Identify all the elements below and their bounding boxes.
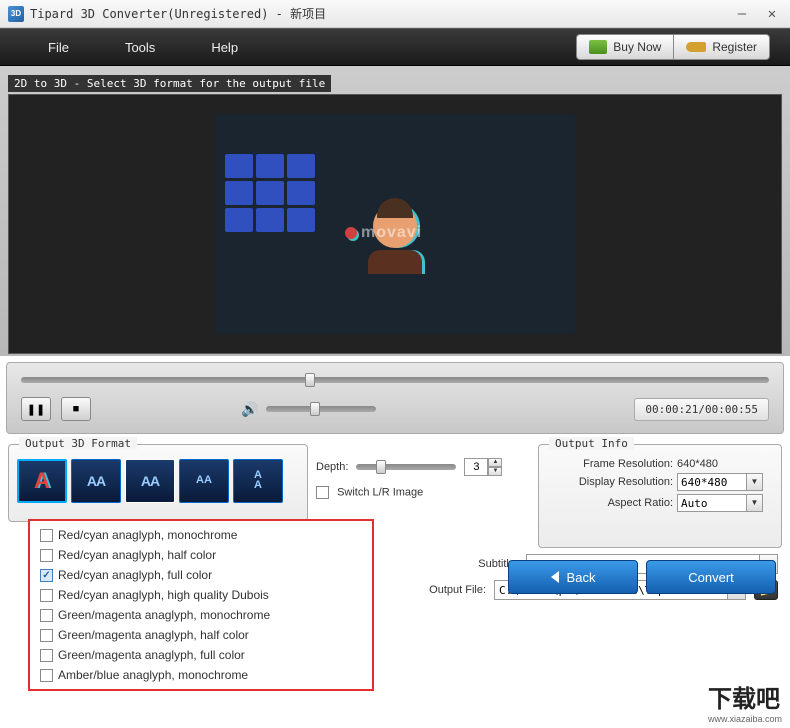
- buy-now-button[interactable]: Buy Now: [576, 34, 673, 60]
- back-button[interactable]: Back: [508, 560, 638, 594]
- frame-res-value: 640*480: [677, 458, 773, 470]
- anaglyph-option[interactable]: Red/cyan anaglyph, high quality Dubois: [30, 585, 372, 605]
- checkbox-icon[interactable]: [40, 569, 53, 582]
- convert-button[interactable]: Convert: [646, 560, 776, 594]
- checkbox-icon[interactable]: [40, 589, 53, 602]
- menu-tools[interactable]: Tools: [97, 40, 183, 55]
- format-tab-half-button[interactable]: AA: [179, 459, 229, 503]
- site-watermark: 下载吧 www.xiazaiba.com: [708, 679, 782, 724]
- checkbox-icon[interactable]: [40, 629, 53, 642]
- depth-input[interactable]: [464, 458, 488, 476]
- checkbox-icon[interactable]: [40, 649, 53, 662]
- depth-label: Depth:: [316, 461, 348, 473]
- register-button[interactable]: Register: [673, 34, 770, 60]
- site-watermark-main: 下载吧: [708, 686, 780, 713]
- checkbox-icon[interactable]: [40, 669, 53, 682]
- anaglyph-option[interactable]: Red/cyan anaglyph, full color: [30, 565, 372, 585]
- checkbox-icon[interactable]: [40, 549, 53, 562]
- seek-slider[interactable]: [21, 377, 769, 383]
- seek-thumb[interactable]: [305, 373, 315, 387]
- anaglyph-option-label: Red/cyan anaglyph, high quality Dubois: [58, 588, 269, 602]
- frame-res-label: Frame Resolution:: [547, 458, 677, 470]
- anaglyph-option[interactable]: Red/cyan anaglyph, half color: [30, 545, 372, 565]
- time-display: 00:00:21/00:00:55: [634, 398, 769, 421]
- aspect-ratio-dropdown[interactable]: ▼: [747, 494, 763, 512]
- preview-box: movavi: [8, 94, 782, 354]
- output-3d-format-title: Output 3D Format: [19, 437, 137, 450]
- preview-video: movavi: [215, 114, 575, 334]
- stop-button[interactable]: ■: [61, 397, 91, 421]
- display-res-dropdown[interactable]: ▼: [747, 473, 763, 491]
- volume-icon[interactable]: 🔊: [241, 401, 258, 418]
- app-icon: 3D: [8, 6, 24, 22]
- preview-mode-label: 2D to 3D - Select 3D format for the outp…: [8, 75, 331, 92]
- minimize-button[interactable]: —: [732, 6, 752, 22]
- switch-lr-label: Switch L/R Image: [337, 486, 423, 498]
- depth-slider[interactable]: [356, 464, 456, 470]
- menu-file[interactable]: File: [20, 40, 97, 55]
- depth-up[interactable]: ▲: [488, 458, 502, 467]
- format-anaglyph-button[interactable]: A: [17, 459, 67, 503]
- anaglyph-option[interactable]: Red/cyan anaglyph, monochrome: [30, 525, 372, 545]
- format-tab-full-button[interactable]: AA: [233, 459, 283, 503]
- display-res-select[interactable]: [677, 473, 747, 491]
- anaglyph-option[interactable]: Green/magenta anaglyph, full color: [30, 645, 372, 665]
- depth-down[interactable]: ▼: [488, 467, 502, 476]
- output-file-label: Output File:: [429, 584, 486, 596]
- output-info-title: Output Info: [549, 437, 634, 450]
- anaglyph-option[interactable]: Amber/blue anaglyph, monochrome: [30, 665, 372, 685]
- depth-thumb[interactable]: [376, 460, 386, 474]
- anaglyph-option-label: Green/magenta anaglyph, half color: [58, 628, 249, 642]
- anaglyph-option[interactable]: Green/magenta anaglyph, monochrome: [30, 605, 372, 625]
- pause-button[interactable]: ❚❚: [21, 397, 51, 421]
- anaglyph-option-label: Red/cyan anaglyph, half color: [58, 548, 216, 562]
- aspect-ratio-label: Aspect Ratio:: [547, 497, 677, 509]
- anaglyph-option-label: Red/cyan anaglyph, monochrome: [58, 528, 237, 542]
- checkbox-icon[interactable]: [40, 529, 53, 542]
- volume-thumb[interactable]: [310, 402, 320, 416]
- output-info-group: Output Info Frame Resolution: 640*480 Di…: [538, 444, 782, 548]
- anaglyph-option-label: Red/cyan anaglyph, full color: [58, 568, 212, 582]
- aspect-ratio-select[interactable]: [677, 494, 747, 512]
- anaglyph-option-label: Amber/blue anaglyph, monochrome: [58, 668, 248, 682]
- checkbox-icon[interactable]: [40, 609, 53, 622]
- player-controls: ❚❚ ■ 🔊 00:00:21/00:00:55: [6, 362, 784, 434]
- format-sbs-full-button[interactable]: AA: [125, 459, 175, 503]
- preview-area: 2D to 3D - Select 3D format for the outp…: [0, 66, 790, 356]
- format-sbs-half-button[interactable]: AA: [71, 459, 121, 503]
- register-label: Register: [712, 40, 757, 54]
- switch-lr-checkbox[interactable]: [316, 486, 329, 499]
- output-3d-format-group: Output 3D Format A AA AA AA AA: [8, 444, 308, 522]
- display-res-label: Display Resolution:: [547, 476, 677, 488]
- menu-bar: File Tools Help Buy Now Register: [0, 28, 790, 66]
- site-watermark-sub: www.xiazaiba.com: [708, 714, 782, 724]
- menu-help[interactable]: Help: [183, 40, 266, 55]
- arrow-left-icon: [551, 571, 559, 583]
- back-label: Back: [567, 570, 596, 585]
- cart-icon: [589, 40, 607, 54]
- anaglyph-option-label: Green/magenta anaglyph, monochrome: [58, 608, 270, 622]
- anaglyph-option-label: Green/magenta anaglyph, full color: [58, 648, 245, 662]
- title-bar: 3D Tipard 3D Converter(Unregistered) - 新…: [0, 0, 790, 28]
- anaglyph-option[interactable]: Green/magenta anaglyph, half color: [30, 625, 372, 645]
- convert-label: Convert: [688, 570, 734, 585]
- anaglyph-dropdown-popup: Red/cyan anaglyph, monochrome Red/cyan an…: [28, 519, 374, 691]
- window-title: Tipard 3D Converter(Unregistered) - 新项目: [30, 5, 326, 22]
- buy-now-label: Buy Now: [613, 40, 661, 54]
- preview-watermark: movavi: [345, 224, 422, 242]
- key-icon: [686, 42, 706, 52]
- close-button[interactable]: ✕: [762, 6, 782, 22]
- preview-grid-decor: [225, 154, 315, 232]
- depth-spinner[interactable]: ▲▼: [464, 458, 502, 476]
- volume-slider[interactable]: [266, 406, 376, 412]
